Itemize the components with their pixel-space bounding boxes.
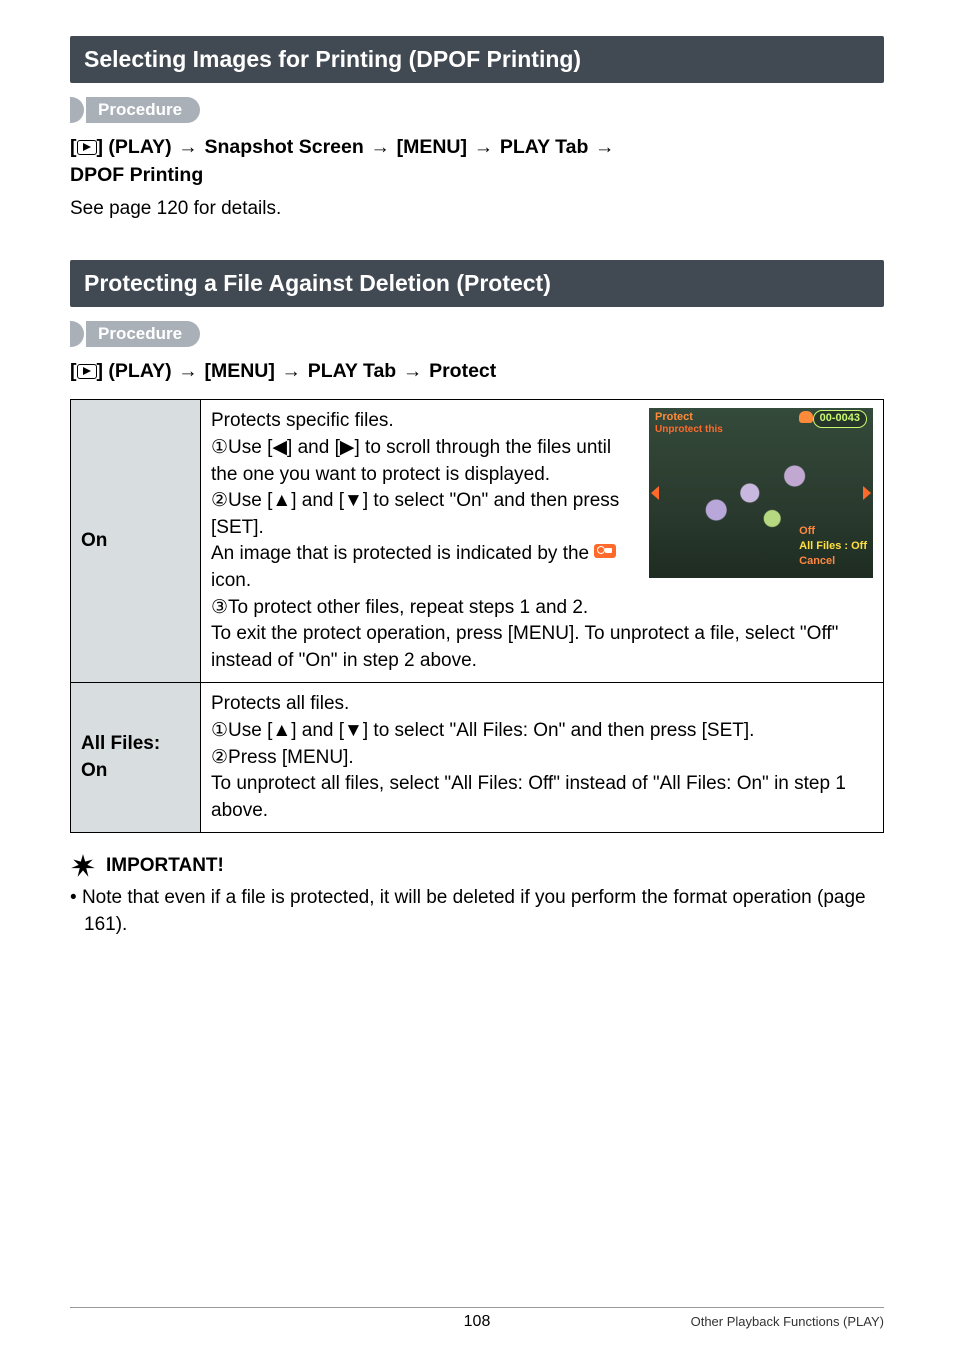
- table-row: On Protects specific files. ①Use [◀] and…: [71, 400, 884, 683]
- procedure-tag: Procedure: [70, 97, 884, 123]
- txt: Press [MENU].: [228, 747, 354, 768]
- row1-tail: To exit the protect operation, press [ME…: [211, 621, 873, 674]
- circled-1-icon: ①: [211, 437, 228, 458]
- row2-line1: Protects all files.: [211, 691, 873, 718]
- bc-dpof: DPOF Printing: [70, 164, 203, 186]
- thumb-left-arrow-icon: [651, 486, 659, 500]
- play-mode-icon: [77, 140, 97, 155]
- row1-step3: ③To protect other files, repeat steps 1 …: [211, 595, 873, 622]
- play-label: ] (PLAY): [97, 360, 172, 382]
- important-note-list: Note that even if a file is protected, i…: [70, 885, 884, 938]
- row1-line1: Protects specific files.: [211, 408, 639, 435]
- row-content-on: Protects specific files. ①Use [◀] and [▶…: [201, 400, 884, 683]
- procedure-path-protect: [ ] (PLAY) → [MENU] → PLAY Tab → Protect: [70, 357, 884, 385]
- page-number: 108: [464, 1313, 491, 1331]
- left-arrow-icon: ◀: [272, 437, 287, 458]
- thumb-menu-cancel: Cancel: [799, 554, 867, 569]
- thumb-subtitle: Unprotect this: [655, 423, 723, 437]
- important-heading: IMPORTANT!: [70, 853, 884, 879]
- arrow-icon: →: [280, 357, 302, 385]
- row-label-on: On: [71, 400, 201, 683]
- txt: To protect other files, repeat steps 1 a…: [228, 597, 588, 618]
- thumb-menu: Off All Files : Off Cancel: [799, 524, 867, 569]
- section-heading-protect: Protecting a File Against Deletion (Prot…: [70, 260, 884, 307]
- protect-feature-table: On Protects specific files. ①Use [◀] and…: [70, 399, 884, 833]
- arrow-icon: →: [472, 133, 494, 161]
- procedure-pill: Procedure: [86, 321, 200, 347]
- arrow-icon: →: [177, 133, 199, 161]
- txt: Use [: [228, 720, 272, 741]
- footer-chapter: Other Playback Functions (PLAY): [691, 1314, 884, 1329]
- txt: icon.: [211, 570, 251, 591]
- important-label: IMPORTANT!: [106, 855, 224, 877]
- screenshot-thumb: Protect Unprotect this 00-0043 Off All F…: [649, 408, 873, 578]
- procedure-pill: Procedure: [86, 97, 200, 123]
- bc-playtab: PLAY Tab: [308, 360, 397, 382]
- row1-step1: ①Use [◀] and [▶] to scroll through the f…: [211, 435, 639, 488]
- txt: ] to select "All Files: On" and then pre…: [363, 720, 755, 741]
- row-label-allfiles: All Files: On: [71, 683, 201, 833]
- down-arrow-icon: ▼: [344, 720, 363, 741]
- row-content-allfiles: Protects all files. ①Use [▲] and [▼] to …: [201, 683, 884, 833]
- down-arrow-icon: ▼: [344, 490, 363, 511]
- thumb-right-arrow-icon: [863, 486, 871, 500]
- procedure-tag: Procedure: [70, 321, 884, 347]
- thumb-lock-icon: [799, 411, 813, 423]
- row1-iconline: An image that is protected is indicated …: [211, 541, 639, 594]
- important-note: Note that even if a file is protected, i…: [70, 885, 884, 938]
- bc-menu: [MENU]: [204, 360, 274, 382]
- arrow-icon: →: [402, 357, 424, 385]
- arrow-icon: →: [177, 357, 199, 385]
- row2-tail: To unprotect all files, select "All File…: [211, 771, 873, 824]
- bc-menu: [MENU]: [397, 136, 467, 158]
- txt: ] and [: [291, 490, 344, 511]
- play-mode-icon: [77, 364, 97, 379]
- thumb-menu-allfiles: All Files : Off: [799, 539, 867, 554]
- row2-step2: ②Press [MENU].: [211, 745, 873, 772]
- row1-step2: ②Use [▲] and [▼] to select "On" and then…: [211, 488, 639, 541]
- txt: ] and [: [287, 437, 340, 458]
- txt: Use [: [228, 437, 272, 458]
- bc-playtab: PLAY Tab: [500, 136, 589, 158]
- bc-snapshot: Snapshot Screen: [204, 136, 363, 158]
- page-footer: 108 Other Playback Functions (PLAY): [70, 1307, 884, 1329]
- arrow-icon: →: [369, 133, 391, 161]
- burst-star-icon: [70, 853, 96, 879]
- procedure-path-dpof: [ ] (PLAY) → Snapshot Screen → [MENU] → P…: [70, 133, 884, 190]
- txt: ] and [: [291, 720, 344, 741]
- circled-2-icon: ②: [211, 490, 228, 511]
- table-row: All Files: On Protects all files. ①Use […: [71, 683, 884, 833]
- txt: Use [: [228, 490, 272, 511]
- thumb-menu-off: Off: [799, 524, 867, 539]
- circled-1-icon: ①: [211, 720, 228, 741]
- protect-lock-icon: [594, 544, 616, 558]
- bracket-open: [: [70, 136, 77, 158]
- up-arrow-icon: ▲: [272, 720, 291, 741]
- play-label: ] (PLAY): [97, 136, 172, 158]
- circled-2-icon: ②: [211, 747, 228, 768]
- section1-body: See page 120 for details.: [70, 196, 884, 223]
- txt: An image that is protected is indicated …: [211, 543, 594, 564]
- bracket-open: [: [70, 360, 77, 382]
- right-arrow-icon: ▶: [340, 437, 355, 458]
- row2-step1: ①Use [▲] and [▼] to select "All Files: O…: [211, 718, 873, 745]
- arrow-icon: →: [594, 133, 616, 161]
- up-arrow-icon: ▲: [272, 490, 291, 511]
- thumb-counter: 00-0043: [813, 410, 867, 427]
- circled-3-icon: ③: [211, 597, 228, 618]
- procedure-half-circle-icon: [70, 97, 84, 123]
- bc-protect: Protect: [429, 360, 496, 382]
- section-heading-dpof: Selecting Images for Printing (DPOF Prin…: [70, 36, 884, 83]
- procedure-half-circle-icon: [70, 321, 84, 347]
